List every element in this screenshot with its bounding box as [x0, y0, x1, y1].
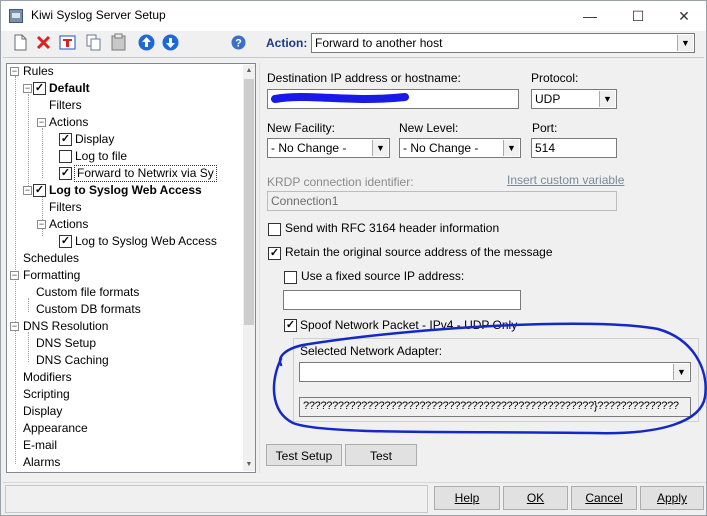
retain-source-checkbox[interactable]: ✓: [268, 247, 281, 260]
chevron-down-icon[interactable]: ▼: [372, 140, 388, 156]
scroll-down-icon[interactable]: ▼: [243, 459, 255, 471]
tree-item-alarms[interactable]: Alarms: [23, 454, 60, 471]
new-level-select[interactable]: - No Change - ▼: [399, 138, 521, 158]
krdp-input[interactable]: Connection1: [267, 191, 617, 211]
ok-button[interactable]: OK: [503, 486, 568, 510]
tree-item-schedules[interactable]: Schedules: [23, 250, 79, 267]
toolbar-separator: [3, 57, 704, 58]
checkbox-log-web-access-rule[interactable]: ✓: [33, 184, 46, 197]
cancel-button[interactable]: Cancel: [571, 486, 637, 510]
help-icon[interactable]: ?: [229, 33, 248, 52]
test-setup-button[interactable]: Test Setup: [266, 444, 342, 466]
setup-window: Kiwi Syslog Server Setup — ☐ ✕ ? Action:…: [0, 0, 707, 516]
move-up-icon[interactable]: [137, 33, 156, 52]
delete-icon[interactable]: [34, 33, 53, 52]
chevron-down-icon[interactable]: ▼: [503, 140, 519, 156]
tree-line: [28, 332, 29, 362]
tree-item-display[interactable]: Display: [23, 403, 62, 420]
destination-label: Destination IP address or hostname:: [267, 71, 461, 85]
action-select[interactable]: Forward to another host ▼: [311, 33, 695, 53]
tree-line: [28, 94, 29, 194]
chevron-down-icon[interactable]: ▼: [677, 35, 693, 51]
scroll-thumb[interactable]: [244, 79, 254, 325]
fixed-source-input[interactable]: [283, 290, 521, 310]
insert-custom-variable-link[interactable]: Insert custom variable: [507, 173, 624, 187]
close-button[interactable]: ✕: [661, 1, 707, 31]
splitter[interactable]: [259, 63, 260, 473]
collapse-icon[interactable]: −: [10, 322, 19, 331]
protocol-select[interactable]: UDP ▼: [531, 89, 617, 109]
tree-item-modifiers[interactable]: Modifiers: [23, 369, 72, 386]
port-input[interactable]: 514: [531, 138, 617, 158]
apply-button[interactable]: Apply: [640, 486, 704, 510]
collapse-icon[interactable]: −: [23, 84, 32, 93]
collapse-icon[interactable]: −: [37, 118, 46, 127]
collapse-icon[interactable]: −: [10, 67, 19, 76]
tree-item-email[interactable]: E-mail: [23, 437, 57, 454]
tree-item-filters-2[interactable]: Filters: [49, 199, 82, 216]
tree-item-scripting[interactable]: Scripting: [23, 386, 70, 403]
new-document-icon[interactable]: [11, 33, 30, 52]
title-bar: Kiwi Syslog Server Setup — ☐ ✕: [1, 1, 706, 31]
scroll-up-icon[interactable]: ▲: [243, 65, 255, 77]
redaction-scribble: [271, 93, 409, 103]
fixed-source-checkbox[interactable]: [284, 271, 297, 284]
checkbox-log-web-access-action[interactable]: ✓: [59, 235, 72, 248]
tree-item-dns-setup[interactable]: DNS Setup: [36, 335, 96, 352]
tree-item-filters[interactable]: Filters: [49, 97, 82, 114]
new-level-label: New Level:: [399, 121, 459, 135]
tree-line: [42, 128, 43, 178]
krdp-label: KRDP connection identifier:: [267, 175, 414, 189]
tree-item-dns-caching[interactable]: DNS Caching: [36, 352, 109, 369]
paste-icon[interactable]: [109, 33, 128, 52]
checkbox-default[interactable]: ✓: [33, 82, 46, 95]
tree-scrollbar[interactable]: ▲ ▼: [243, 65, 255, 471]
action-select-value: Forward to another host: [315, 36, 443, 50]
checkbox-display-action[interactable]: ✓: [59, 133, 72, 146]
tree-item-appearance[interactable]: Appearance: [23, 420, 88, 437]
move-down-icon[interactable]: [161, 33, 180, 52]
tree-line: [42, 196, 43, 236]
copy-icon[interactable]: [84, 33, 103, 52]
collapse-icon[interactable]: −: [37, 220, 46, 229]
rfc3164-label: Send with RFC 3164 header information: [285, 221, 500, 235]
window-title: Kiwi Syslog Server Setup: [31, 8, 166, 22]
fixed-source-label: Use a fixed source IP address:: [301, 269, 465, 283]
maximize-button[interactable]: ☐: [615, 1, 661, 31]
svg-text:?: ?: [235, 38, 242, 50]
rfc3164-checkbox[interactable]: [268, 223, 281, 236]
tree-line: [28, 298, 29, 312]
checkbox-log-to-file[interactable]: [59, 150, 72, 163]
minimize-button[interactable]: —: [567, 1, 613, 31]
chevron-down-icon[interactable]: ▼: [599, 91, 615, 107]
rename-icon[interactable]: [58, 33, 77, 52]
retain-source-label: Retain the original source address of th…: [285, 245, 553, 259]
help-button[interactable]: Help: [434, 486, 500, 510]
tree-item-custom-db-formats[interactable]: Custom DB formats: [36, 301, 141, 318]
collapse-icon[interactable]: −: [23, 186, 32, 195]
port-label: Port:: [532, 121, 558, 135]
action-label: Action:: [266, 36, 308, 50]
new-facility-select[interactable]: - No Change - ▼: [267, 138, 390, 158]
app-icon: [9, 9, 23, 23]
new-facility-label: New Facility:: [267, 121, 336, 135]
settings-tree[interactable]: − Rules − ✓ Default Filters − Actions ✓ …: [6, 63, 256, 473]
checkbox-forward-netwrix[interactable]: ✓: [59, 167, 72, 180]
tree-item-custom-file-formats[interactable]: Custom file formats: [36, 284, 139, 301]
protocol-label: Protocol:: [531, 71, 579, 85]
test-button[interactable]: Test: [345, 444, 417, 466]
status-panel: [5, 485, 428, 513]
collapse-icon[interactable]: −: [10, 271, 19, 280]
annotation-circle: [272, 322, 707, 435]
